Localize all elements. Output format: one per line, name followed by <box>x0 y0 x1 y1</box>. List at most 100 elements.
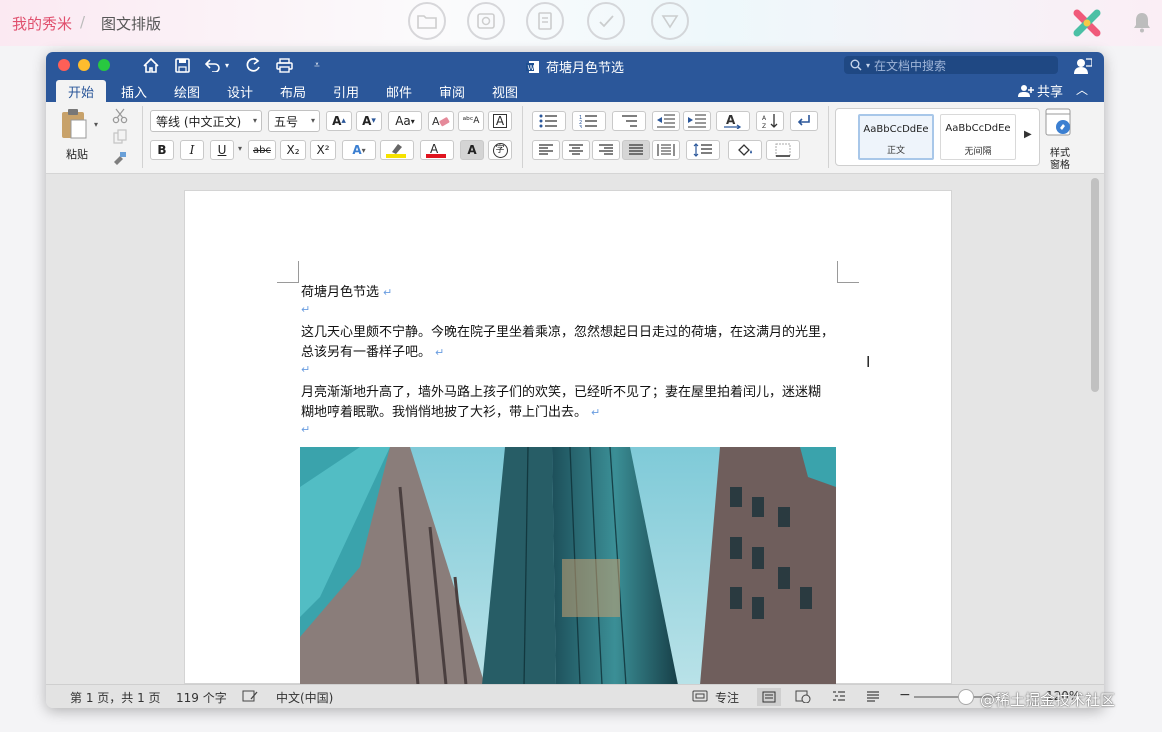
vertical-scrollbar[interactable] <box>1091 178 1099 392</box>
tab-review[interactable]: 审阅 <box>439 82 465 101</box>
document-heading[interactable]: 荷塘月色节选 ↵ <box>301 283 841 303</box>
print-layout-view-button[interactable] <box>757 688 781 706</box>
font-size-select[interactable]: 五号 ▾ <box>268 110 320 132</box>
triangle-down-icon[interactable] <box>651 2 689 40</box>
line-spacing-button[interactable] <box>686 140 720 160</box>
minimize-window-button[interactable] <box>78 59 90 71</box>
show-formatting-marks-button[interactable] <box>790 111 818 131</box>
search-box[interactable]: ▾ 在文档中搜索 <box>844 56 1058 74</box>
undo-icon[interactable] <box>204 56 222 74</box>
strikethrough-button[interactable]: abc <box>248 140 276 160</box>
change-case-button[interactable]: Aa ▾ <box>388 111 422 131</box>
undo-dropdown-icon[interactable]: ▾ <box>222 56 232 74</box>
styles-pane-button[interactable] <box>1044 108 1078 138</box>
empty-paragraph-mark: ↵ <box>301 423 311 436</box>
font-color-button[interactable]: A <box>420 140 454 160</box>
tab-view[interactable]: 视图 <box>492 82 518 101</box>
document-icon[interactable] <box>526 2 564 40</box>
clear-formatting-button[interactable]: A <box>428 111 454 131</box>
paragraph-2[interactable]: 月亮渐渐地升高了，墙外马路上孩子们的欢笑，已经听不见了；妻在屋里拍着闰儿，迷迷糊… <box>301 383 841 423</box>
paste-button[interactable] <box>60 108 90 142</box>
document-page[interactable]: 荷塘月色节选 ↵ ↵ 这几天心里颇不宁静。今晚在院子里坐着乘凉，忽然想起日日走过的… <box>184 190 952 685</box>
redo-icon[interactable] <box>244 56 262 74</box>
proofing-icon[interactable] <box>242 690 258 705</box>
word-count[interactable]: 119 个字 <box>176 689 227 706</box>
multilevel-list-button[interactable] <box>612 111 646 131</box>
increase-indent-icon <box>688 114 706 128</box>
subscript-button[interactable]: X₂ <box>280 140 306 160</box>
decrease-indent-button[interactable] <box>652 111 680 131</box>
asian-layout-button[interactable]: A <box>716 111 750 131</box>
home-icon[interactable] <box>142 56 160 74</box>
copy-icon[interactable] <box>112 129 128 149</box>
zoom-window-button[interactable] <box>98 59 110 71</box>
svg-text:A: A <box>762 115 767 122</box>
tab-design[interactable]: 设计 <box>227 82 253 101</box>
tab-home[interactable]: 开始 <box>56 80 107 102</box>
distributed-button[interactable] <box>652 140 680 160</box>
collapse-ribbon-icon[interactable]: ︿ <box>1076 81 1088 98</box>
align-center-button[interactable] <box>562 140 590 160</box>
phonetic-guide-button[interactable]: ᵃᵇᶜA <box>458 111 484 131</box>
superscript-button[interactable]: X² <box>310 140 336 160</box>
styles-next-icon[interactable]: ▶ <box>1024 129 1032 140</box>
page-count[interactable]: 第 1 页，共 1 页 <box>70 689 161 706</box>
shading-button[interactable] <box>728 140 762 160</box>
character-shading-button[interactable]: A <box>460 140 484 160</box>
draft-view-icon[interactable] <box>866 690 880 705</box>
close-window-button[interactable] <box>58 59 70 71</box>
bullets-button[interactable] <box>532 111 566 131</box>
align-right-button[interactable] <box>592 140 620 160</box>
borders-button[interactable] <box>766 140 800 160</box>
character-border-button[interactable]: A <box>488 111 512 131</box>
italic-button[interactable]: I <box>180 140 204 160</box>
tab-insert[interactable]: 插入 <box>121 82 147 101</box>
underline-dropdown-icon[interactable]: ▾ <box>238 144 242 153</box>
focus-icon[interactable] <box>692 690 708 705</box>
style-normal[interactable]: AaBbCcDdEe 正文 <box>858 114 934 160</box>
eraser-icon: A <box>432 115 450 128</box>
share-button[interactable]: 共享 <box>1018 81 1063 100</box>
align-left-button[interactable] <box>532 140 560 160</box>
check-icon[interactable] <box>587 2 625 40</box>
shrink-font-button[interactable]: A ▾ <box>356 111 382 131</box>
sort-button[interactable]: AZ <box>756 111 784 131</box>
folder-icon[interactable] <box>408 2 446 40</box>
breadcrumb-home[interactable]: 我的秀米 <box>12 13 72 34</box>
zoom-out-button[interactable]: − <box>899 687 911 703</box>
grow-font-button[interactable]: A ▴ <box>326 111 352 131</box>
notification-bell-icon[interactable] <box>1130 10 1154 34</box>
tab-draw[interactable]: 绘图 <box>174 82 200 101</box>
image-library-icon[interactable] <box>467 2 505 40</box>
print-icon[interactable] <box>275 56 293 74</box>
font-name-select[interactable]: 等线 (中文正文) ▾ <box>150 110 262 132</box>
tab-mailings[interactable]: 邮件 <box>386 82 412 101</box>
zoom-slider-thumb[interactable] <box>958 689 974 705</box>
increase-indent-button[interactable] <box>683 111 711 131</box>
highlight-button[interactable] <box>380 140 414 160</box>
tab-references[interactable]: 引用 <box>333 82 359 101</box>
underline-button[interactable]: U <box>210 140 234 160</box>
enclose-characters-button[interactable]: 字 <box>488 140 512 160</box>
text-cursor-icon: Ⅰ <box>866 353 871 371</box>
text-effects-button[interactable]: A ▾ <box>342 140 376 160</box>
style-no-spacing[interactable]: AaBbCcDdEe 无间隔 <box>940 114 1016 160</box>
paragraph-1[interactable]: 这几天心里颇不宁静。今晚在院子里坐着乘凉，忽然想起日日走过的荷塘，在这满月的光里… <box>301 323 841 363</box>
xiumi-logo-icon[interactable] <box>1072 8 1102 38</box>
tab-layout[interactable]: 布局 <box>280 82 306 101</box>
focus-label[interactable]: 专注 <box>715 689 739 706</box>
paste-dropdown-icon[interactable]: ▾ <box>94 120 98 129</box>
skyscraper-photo[interactable] <box>300 447 836 685</box>
format-painter-icon[interactable] <box>112 150 128 170</box>
justify-button[interactable] <box>622 140 650 160</box>
language[interactable]: 中文(中国) <box>276 689 333 706</box>
cut-icon[interactable] <box>112 108 128 128</box>
web-layout-icon[interactable] <box>795 690 811 706</box>
document-canvas[interactable]: 荷塘月色节选 ↵ ↵ 这几天心里颇不宁静。今晚在院子里坐着乘凉，忽然想起日日走过的… <box>46 174 1104 685</box>
account-icon[interactable] <box>1073 56 1093 74</box>
save-icon[interactable] <box>173 56 191 74</box>
numbering-button[interactable]: 123 <box>572 111 606 131</box>
customize-toolbar-icon[interactable]: ⩡ <box>308 56 326 74</box>
bold-button[interactable]: B <box>150 140 174 160</box>
outline-view-icon[interactable] <box>832 690 846 705</box>
